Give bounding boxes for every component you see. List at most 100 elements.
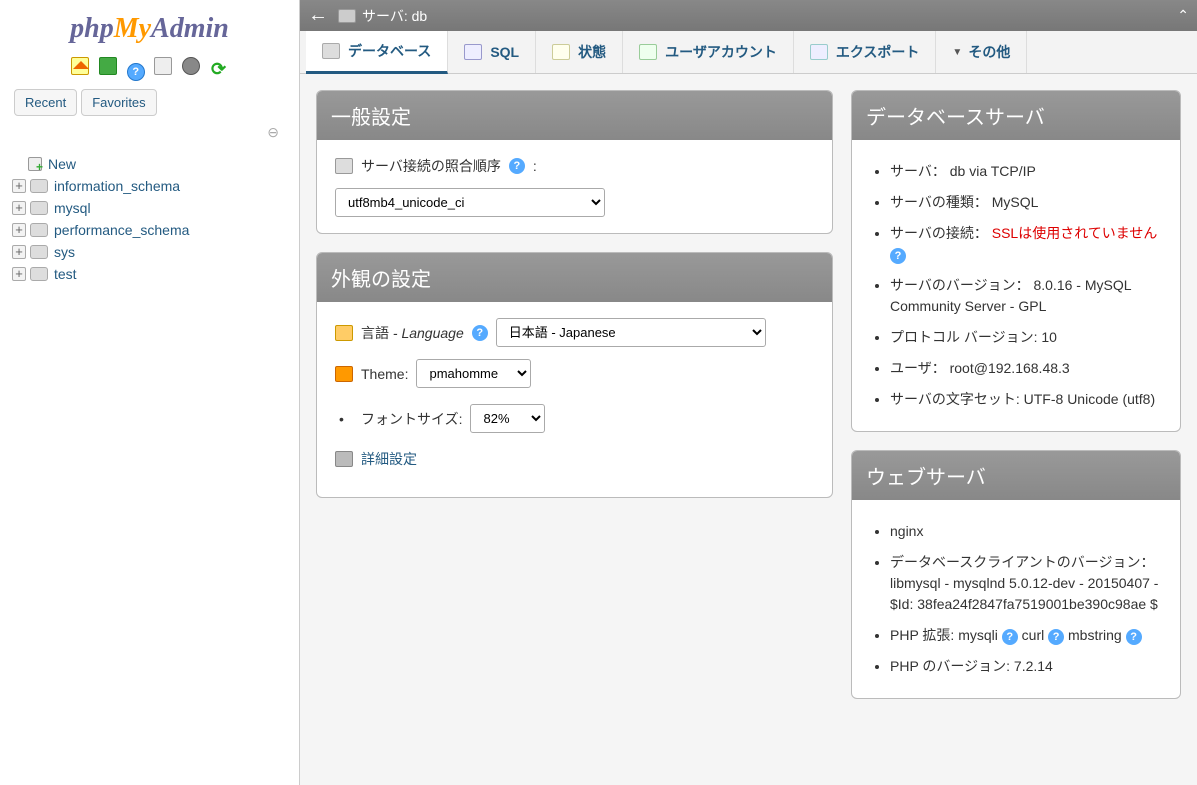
expand-icon[interactable]: + — [12, 245, 26, 259]
docs-icon[interactable]: ? — [127, 63, 145, 81]
server-icon — [338, 9, 356, 23]
sql-docs-icon[interactable] — [154, 57, 172, 75]
db-label: performance_schema — [54, 222, 189, 238]
help-icon[interactable]: ? — [1048, 629, 1064, 645]
main-tabs: データベース SQL 状態 ユーザアカウント エクスポート その他 — [300, 31, 1197, 74]
database-icon — [322, 43, 340, 59]
current-user: ユーザ： root@192.168.48.3 — [890, 353, 1162, 384]
settings-icon[interactable] — [182, 57, 200, 75]
db-label: sys — [54, 244, 75, 260]
status-icon — [552, 44, 570, 60]
fontsize-select[interactable]: 82% — [470, 404, 545, 433]
help-icon[interactable]: ? — [472, 325, 488, 341]
db-label: information_schema — [54, 178, 180, 194]
database-icon — [30, 267, 48, 281]
database-icon — [30, 179, 48, 193]
db-label: mysql — [54, 200, 91, 216]
help-icon[interactable]: ? — [1002, 629, 1018, 645]
tab-label: データベース — [348, 41, 431, 61]
recent-tab[interactable]: Recent — [14, 89, 77, 116]
server-connection: サーバの接続： SSLは使用されていません ? — [890, 218, 1162, 270]
server-type: サーバの種類： MySQL — [890, 187, 1162, 218]
tree-item-test[interactable]: + test — [12, 263, 291, 285]
expand-icon[interactable]: + — [12, 201, 26, 215]
server-version: サーバのバージョン： 8.0.16 - MySQL Community Serv… — [890, 270, 1162, 322]
new-database-link[interactable]: New — [12, 153, 291, 175]
logo[interactable]: phpMyAdmin — [0, 8, 299, 53]
collapse-icon[interactable]: ⌃ — [1177, 7, 1189, 24]
language-icon — [335, 325, 353, 341]
logo-my: My — [114, 13, 151, 44]
tab-databases[interactable]: データベース — [306, 31, 448, 74]
tab-sql[interactable]: SQL — [448, 31, 536, 73]
theme-label[interactable]: Theme: — [361, 366, 408, 382]
back-icon[interactable]: ← — [308, 4, 328, 27]
home-icon[interactable] — [71, 57, 89, 75]
logout-icon[interactable] — [99, 57, 117, 75]
breadcrumb-bar: ← サーバ: db ⌃ — [300, 0, 1197, 31]
server-breadcrumb[interactable]: サーバ: db — [362, 6, 427, 26]
theme-icon — [335, 366, 353, 382]
collation-label: サーバ接続の照合順序 — [361, 156, 501, 176]
new-database-label: New — [48, 156, 76, 172]
server-charset: サーバの文字セット: UTF-8 Unicode (utf8) — [890, 384, 1162, 415]
favorites-tab[interactable]: Favorites — [81, 89, 156, 116]
db-label: test — [54, 266, 77, 282]
php-version: PHP のバージョン: 7.2.14 — [890, 651, 1162, 682]
panel-title: データベースサーバ — [852, 91, 1180, 140]
logo-admin: Admin — [151, 13, 229, 44]
tree-item-mysql[interactable]: + mysql — [12, 197, 291, 219]
tab-label: ユーザアカウント — [665, 42, 777, 62]
tree-item-performance-schema[interactable]: + performance_schema — [12, 219, 291, 241]
sidebar-toolbar: ? ⟳ — [0, 53, 299, 89]
expand-icon[interactable]: + — [12, 179, 26, 193]
fontsize-label: フォントサイズ: — [361, 409, 462, 429]
tab-label: エクスポート — [836, 42, 920, 62]
tab-export[interactable]: エクスポート — [794, 31, 937, 73]
collation-select[interactable]: utf8mb4_unicode_ci — [335, 188, 605, 217]
database-server-panel: データベースサーバ サーバ： db via TCP/IP サーバの種類： MyS… — [851, 90, 1181, 432]
sql-icon — [464, 44, 482, 60]
tree-item-information-schema[interactable]: + information_schema — [12, 175, 291, 197]
database-icon — [30, 223, 48, 237]
collation-icon — [335, 158, 353, 174]
users-icon — [639, 44, 657, 60]
expand-icon[interactable]: + — [12, 267, 26, 281]
tab-status[interactable]: 状態 — [536, 31, 623, 73]
tab-label: SQL — [490, 44, 519, 60]
panel-title: 外観の設定 — [317, 253, 832, 302]
php-extensions: PHP 拡張: mysqli ? curl ? mbstring ? — [890, 620, 1162, 651]
database-tree: New + information_schema + mysql + perfo… — [0, 149, 299, 285]
tree-item-sys[interactable]: + sys — [12, 241, 291, 263]
protocol-version: プロトコル バージョン: 10 — [890, 322, 1162, 353]
help-icon[interactable]: ? — [890, 248, 906, 264]
language-label: 言語 - Language — [361, 323, 464, 343]
reload-icon[interactable]: ⟳ — [210, 61, 228, 79]
navigation-sidebar: phpMyAdmin ? ⟳ Recent Favorites ⊖ New + … — [0, 0, 300, 785]
theme-select[interactable]: pmahomme — [416, 359, 531, 388]
database-icon — [30, 201, 48, 215]
link-toggle-icon[interactable]: ⊖ — [0, 122, 299, 149]
language-select[interactable]: 日本語 - Japanese — [496, 318, 766, 347]
help-icon[interactable]: ? — [1126, 629, 1142, 645]
panel-title: ウェブサーバ — [852, 451, 1180, 500]
webserver-name: nginx — [890, 516, 1162, 547]
database-icon — [30, 245, 48, 259]
tab-more[interactable]: その他 — [936, 31, 1027, 73]
general-settings-panel: 一般設定 サーバ接続の照合順序 ? : utf8mb4_unicode_ci — [316, 90, 833, 234]
db-client-version: データベースクライアントのバージョン： libmysql - mysqlnd 5… — [890, 547, 1162, 620]
new-db-icon — [28, 157, 42, 171]
wrench-icon — [335, 451, 353, 467]
server-info: サーバ： db via TCP/IP — [890, 156, 1162, 187]
appearance-panel: 外観の設定 言語 - Language ? 日本語 - Japanese — [316, 252, 833, 498]
logo-php: php — [70, 13, 114, 44]
web-server-panel: ウェブサーバ nginx データベースクライアントのバージョン： libmysq… — [851, 450, 1181, 699]
tab-users[interactable]: ユーザアカウント — [623, 31, 794, 73]
help-icon[interactable]: ? — [509, 158, 525, 174]
more-settings-link[interactable]: 詳細設定 — [361, 449, 417, 469]
export-icon — [810, 44, 828, 60]
expand-icon[interactable]: + — [12, 223, 26, 237]
ssl-warning: SSLは使用されていません — [992, 225, 1158, 241]
tab-label: 状態 — [578, 42, 606, 62]
tab-label: その他 — [968, 42, 1010, 62]
